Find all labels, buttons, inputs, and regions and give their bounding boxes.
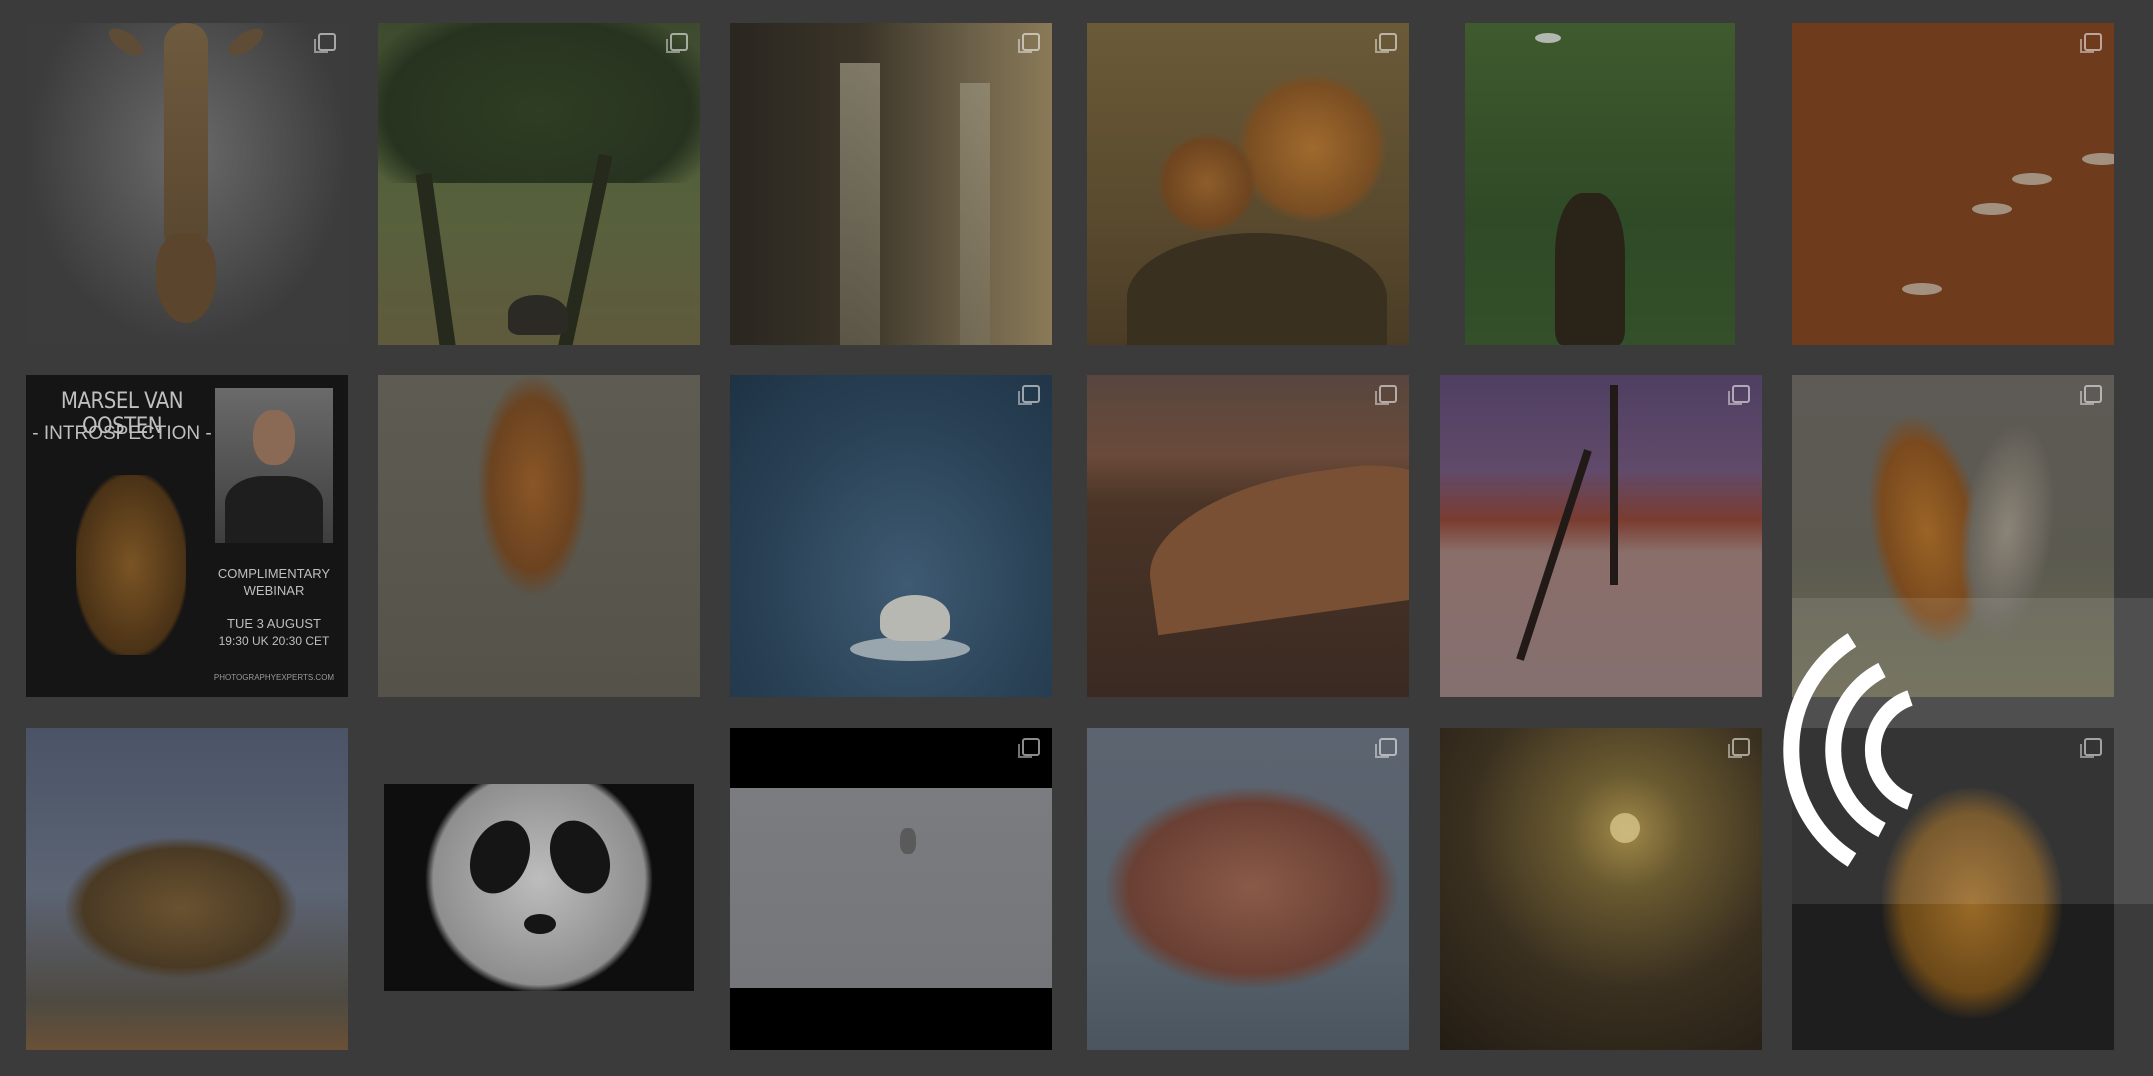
photo-grid: MARSEL VAN OOSTEN - INTROSPECTION - COMP… (0, 0, 2153, 1076)
post-snow-birds[interactable] (730, 728, 1052, 1050)
post-webinar-announcement[interactable]: MARSEL VAN OOSTEN - INTROSPECTION - COMP… (26, 375, 348, 697)
multiple-images-icon (1375, 33, 1397, 53)
post-tiger-cubs[interactable] (1087, 23, 1409, 345)
wifi-signal-icon (1783, 633, 1913, 867)
multiple-images-icon (2080, 385, 2102, 405)
photographer-portrait (215, 388, 333, 543)
multiple-images-icon (1018, 33, 1040, 53)
post-elephant-trees[interactable] (378, 23, 700, 345)
multiple-images-icon (2080, 33, 2102, 53)
post-wild-dog[interactable] (26, 728, 348, 1050)
post-tiger-walking[interactable] (378, 375, 700, 697)
post-dunes[interactable] (1087, 375, 1409, 697)
post-dead-trees[interactable] (1440, 375, 1762, 697)
post-cypress-swamp[interactable] (1440, 728, 1762, 1050)
post-panda[interactable] (384, 784, 694, 991)
giraffe-head (156, 233, 216, 323)
post-polar-bear[interactable] (730, 375, 1052, 697)
bear (1555, 193, 1625, 345)
webinar-site: PHOTOGRAPHYEXPERTS.COM (213, 673, 335, 682)
webinar-date: TUE 3 AUGUST (227, 616, 321, 631)
webinar-subtitle: - INTROSPECTION - (32, 423, 212, 444)
multiple-images-icon (314, 33, 336, 53)
post-bear-bird[interactable] (1465, 23, 1735, 345)
webinar-time: 19:30 UK 20:30 CET (218, 634, 330, 648)
post-orange-runners[interactable] (1792, 23, 2114, 345)
multiple-images-icon (1375, 738, 1397, 758)
multiple-images-icon (1728, 738, 1750, 758)
post-giraffe[interactable] (26, 23, 348, 345)
post-waterfall[interactable] (730, 23, 1052, 345)
multiple-images-icon (1018, 738, 1040, 758)
post-hippo[interactable] (1087, 728, 1409, 1050)
elephant (508, 295, 568, 335)
giraffe-neck (164, 23, 208, 253)
multiple-images-icon (1375, 385, 1397, 405)
multiple-images-icon (666, 33, 688, 53)
multiple-images-icon (1728, 385, 1750, 405)
webinar-type: COMPLIMENTARY WEBINAR (217, 566, 331, 598)
monkeys-art (76, 475, 186, 655)
multiple-images-icon (1018, 385, 1040, 405)
